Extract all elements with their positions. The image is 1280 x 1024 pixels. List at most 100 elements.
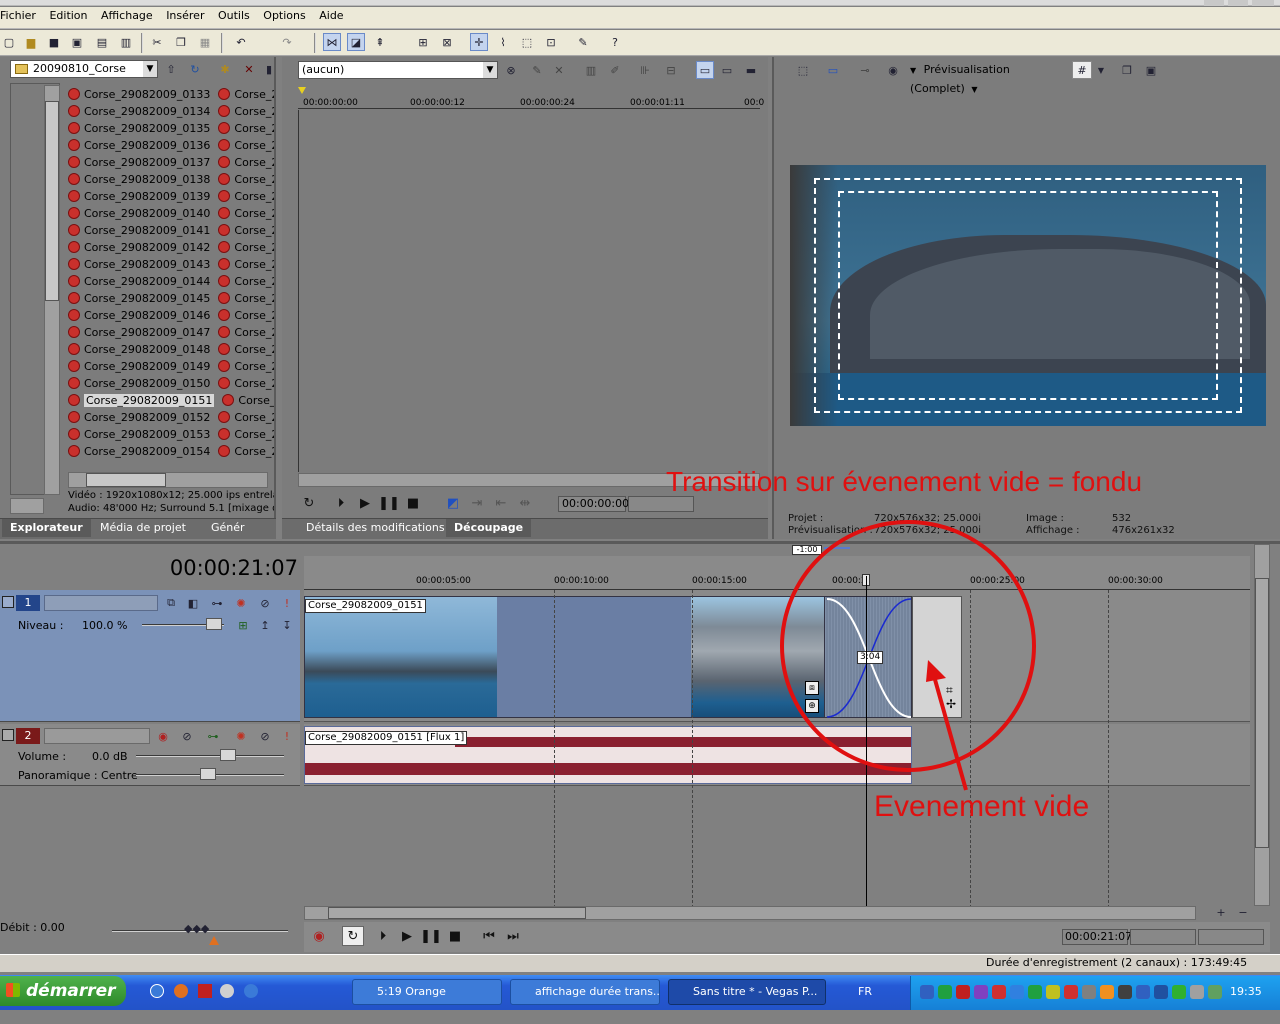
ignore-grouping-icon[interactable]: ⊞ [414,33,432,51]
overlays-dropdown-icon[interactable]: ▼ [1092,61,1110,79]
edit-tool-icon[interactable]: ✎ [528,61,546,79]
new-folder-icon[interactable]: ✱ [216,60,234,78]
tray-icon[interactable] [1118,985,1132,999]
save-as-icon[interactable]: ▣ [68,33,86,51]
close-trimmer-icon[interactable]: ✕ [550,61,568,79]
pin-icon[interactable]: ✐ [606,61,624,79]
list-item[interactable]: Corse_29082009_0138 Corse_29 [68,171,274,188]
list-item[interactable]: Corse_29082009_0153 Corse_29 [68,426,274,443]
play-from-start-icon[interactable]: ⏵ [372,926,394,946]
refresh-icon[interactable]: ↻ [186,60,204,78]
volume-slider-knob[interactable] [220,749,236,761]
view-split-icon[interactable]: ▭ [718,61,736,79]
quicklaunch-app-icon[interactable] [198,984,212,998]
up-folder-icon[interactable]: ⇧ [162,60,180,78]
audio-track-fx-icon[interactable]: ✺ [232,727,250,745]
add-to-timeline-icon[interactable]: ◩ [442,493,464,513]
track-1-collapse-icon[interactable] [2,596,14,608]
volume-slider-track[interactable] [136,755,284,757]
quicklaunch-media-icon[interactable] [220,984,234,998]
overlays-grid-icon[interactable]: # [1072,61,1092,79]
views-icon[interactable]: ▮ [260,60,278,78]
go-to-start-icon[interactable]: ⏮ [478,926,500,946]
menu-affichage[interactable]: Affichage [96,7,158,25]
menu-outils[interactable]: Outils [213,7,255,25]
list-item[interactable]: Corse_29082009_0135 Corse_29 [68,120,274,137]
list-item[interactable]: Corse_29082009_0140 Corse_29 [68,205,274,222]
split-screen-icon[interactable]: ⊸ [856,61,874,79]
taskbar-task-vegas[interactable]: Sans titre * - Vegas P... [668,979,826,1005]
trimmer-ruler[interactable]: 00:00:00:00 00:00:00:12 00:00:00:24 00:0… [298,87,764,109]
copy-snapshot-icon[interactable]: ❐ [1118,61,1136,79]
list-item[interactable]: Corse_29082009_0147 Corse_29 [68,324,274,341]
minimize-button[interactable] [1204,0,1224,6]
timeline-ruler[interactable]: -1:00 00:00:05:00 00:00:10:00 00:00:15:0… [304,545,1250,590]
list-item[interactable]: Corse_29082009_0154 Corse_29 [68,443,274,460]
fit-icon[interactable]: ⇹ [514,493,536,513]
menu-fichier[interactable]: Fichier [0,7,41,25]
taskbar-task-orange[interactable]: 5:19 Orange [352,979,502,1005]
tray-icon[interactable] [1046,985,1060,999]
quicklaunch-ie-icon[interactable] [150,984,164,998]
list-item[interactable]: Corse_29082009_0152 Corse_29 [68,409,274,426]
auto-ripple-icon[interactable]: ◪ [347,33,365,51]
pen-icon[interactable]: ✎ [574,33,592,51]
region-icon[interactable]: ⊟ [662,61,680,79]
tray-icon[interactable] [920,985,934,999]
list-item[interactable]: Corse_29082009_0137 Corse_29 [68,154,274,171]
stop-icon[interactable]: ■ [444,926,466,946]
zoom-out-icon[interactable]: − [1236,904,1250,920]
track-2-collapse-icon[interactable] [2,729,14,741]
tree-scroll-thumb[interactable] [45,101,59,301]
hscroll-thumb[interactable] [86,473,166,487]
list-item[interactable]: Corse_29082009_0142 Corse_29 [68,239,274,256]
rate-slider-knob[interactable]: ◆◆◆ [184,922,209,935]
tray-icon[interactable] [974,985,988,999]
play-icon[interactable]: ▶ [354,493,376,513]
audio-fx-icon[interactable]: ⊶ [204,727,222,745]
vscroll-thumb[interactable] [1255,578,1269,848]
tab-explorateur[interactable]: Explorateur [2,519,91,537]
menu-edition[interactable]: Edition [44,7,92,25]
normal-edit-tool-icon[interactable]: ✛ [470,33,488,51]
tray-icon[interactable] [1100,985,1114,999]
tray-icon[interactable] [1010,985,1024,999]
split-icon[interactable]: ⊪ [636,61,654,79]
tab-generateurs[interactable]: Génér [203,519,253,537]
copy-icon[interactable]: ❐ [172,33,190,51]
preview-props-icon[interactable]: ⬚ [794,61,812,79]
redo-icon[interactable]: ↷ [278,33,296,51]
list-item[interactable]: Corse_29082009_0145 Corse_29 [68,290,274,307]
list-item[interactable]: Corse_29082009_0141 Corse_29 [68,222,274,239]
hscroll-thumb[interactable] [328,907,586,919]
fx-icon[interactable]: ⊶ [208,594,226,612]
help-pointer-icon[interactable]: ? [606,33,624,51]
video-event[interactable]: Corse_29082009_0151 ⧈ ⊕ [304,596,825,718]
language-indicator[interactable]: FR [858,985,872,998]
taskbar-task-affichage[interactable]: affichage durée trans... [510,979,660,1005]
loop-playback-icon[interactable]: ↻ [342,926,364,946]
tray-icon[interactable] [1172,985,1186,999]
zoom-tool-icon[interactable]: ⊡ [542,33,560,51]
folder-dropdown[interactable]: 20090810_Corse ▼ [10,60,158,78]
tray-icon[interactable] [992,985,1006,999]
cut-icon[interactable]: ✂ [148,33,166,51]
trimmer-tool-icon[interactable]: ⊗ [502,61,520,79]
track-motion-icon[interactable]: ⧉ [162,594,180,612]
insert-icon[interactable]: ⇥ [466,493,488,513]
view-strip-icon[interactable]: ▬ [742,61,760,79]
save-region-icon[interactable]: ▥ [582,61,600,79]
menu-options[interactable]: Options [258,7,310,25]
tray-icon[interactable] [1208,985,1222,999]
arm-record-icon[interactable]: ◉ [154,727,172,745]
open-folder-icon[interactable]: ▆ [22,33,40,51]
compositing-mode-icon[interactable]: ◧ [184,594,202,612]
list-item[interactable]: Corse_29082009_0148 Corse_29 [68,341,274,358]
track-2-name-field[interactable] [44,728,150,744]
pan-slider-knob[interactable] [200,768,216,780]
render-icon[interactable]: ▤ [93,33,111,51]
paste-icon[interactable]: ▦ [196,33,214,51]
play-from-start-icon[interactable]: ⏵ [330,493,352,513]
snapping-icon[interactable]: ⋈ [323,33,341,51]
tray-icon[interactable] [1064,985,1078,999]
